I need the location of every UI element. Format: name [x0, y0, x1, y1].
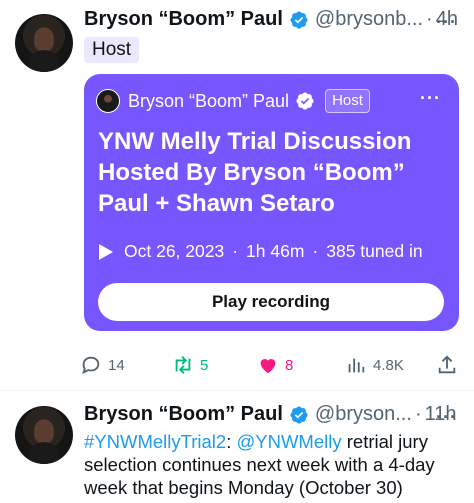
- tweet-text-line1: retrial jury: [341, 431, 428, 452]
- text-colon: :: [226, 431, 237, 452]
- space-host-avatar: [96, 89, 120, 113]
- space-listeners: 385 tuned in: [326, 241, 423, 261]
- tweet-divider: [0, 390, 474, 391]
- space-title: YNW Melly Trial Discussion Hosted By Bry…: [98, 128, 412, 217]
- share-icon: [438, 355, 456, 374]
- more-options-icon[interactable]: ···: [436, 407, 457, 428]
- verified-badge-icon: [296, 92, 314, 110]
- reply-count: 14: [108, 356, 125, 374]
- views-chart-icon: [348, 358, 365, 373]
- like-count: 8: [285, 356, 294, 374]
- views-count: 4.8K: [373, 356, 404, 374]
- tweet-text-line3: week that begins Monday (October 30): [84, 477, 403, 498]
- verified-badge-icon: [290, 10, 308, 29]
- reply-icon: [82, 356, 100, 375]
- meta-separator: ·: [232, 241, 239, 261]
- tweet-header: Bryson “Boom” Paul @brysonb... · 4h: [84, 8, 458, 31]
- display-name[interactable]: Bryson “Boom” Paul: [84, 403, 283, 426]
- mention-link[interactable]: @YNWMelly: [236, 431, 341, 452]
- space-host-name: Bryson “Boom” Paul: [128, 90, 290, 111]
- avatar-face: [34, 28, 54, 52]
- space-meta: Oct 26, 2023 · 1h 46m · 385 tuned in: [98, 241, 423, 262]
- tweet-text-line2: selection continues next week with a 4-d…: [84, 454, 435, 475]
- space-card[interactable]: Bryson “Boom” Paul Host ··· YNW Melly Tr…: [84, 74, 459, 331]
- tweet-header: Bryson “Boom” Paul @bryson... · 11h: [84, 403, 457, 426]
- heart-icon: [260, 359, 276, 374]
- space-duration: 1h 46m: [246, 241, 305, 261]
- reply-button[interactable]: 14: [80, 354, 125, 376]
- more-options-icon[interactable]: ···: [436, 12, 457, 33]
- hashtag-link[interactable]: #YNWMellyTrial2: [84, 431, 226, 452]
- avatar[interactable]: [15, 406, 73, 464]
- host-badge: Host: [84, 37, 140, 63]
- handle[interactable]: @bryson...: [315, 403, 412, 426]
- space-more-options-icon[interactable]: ···: [420, 88, 441, 109]
- verified-badge-icon: [290, 405, 308, 424]
- repost-icon: [175, 356, 191, 374]
- time-separator: ·: [414, 403, 422, 425]
- play-recording-button[interactable]: Play recording: [98, 283, 444, 321]
- share-button[interactable]: [436, 354, 464, 376]
- avatar-face: [34, 420, 54, 444]
- views-button[interactable]: 4.8K: [345, 354, 404, 376]
- meta-separator: ·: [312, 241, 319, 261]
- repost-button[interactable]: 5: [172, 354, 208, 376]
- like-button[interactable]: 8: [257, 354, 293, 376]
- tweet-action-bar: 14 5 8 4.8K: [0, 354, 474, 378]
- repost-count: 5: [200, 356, 209, 374]
- time-separator: ·: [426, 8, 433, 30]
- space-host-badge: Host: [325, 89, 370, 113]
- space-host-row: Bryson “Boom” Paul Host: [128, 89, 370, 113]
- play-icon: [99, 243, 113, 260]
- tweet-body: #YNWMellyTrial2: @YNWMelly retrial jury …: [84, 430, 464, 499]
- display-name[interactable]: Bryson “Boom” Paul: [84, 8, 283, 31]
- avatar[interactable]: [15, 14, 73, 72]
- handle[interactable]: @brysonb...: [315, 8, 423, 31]
- space-date: Oct 26, 2023: [124, 241, 225, 261]
